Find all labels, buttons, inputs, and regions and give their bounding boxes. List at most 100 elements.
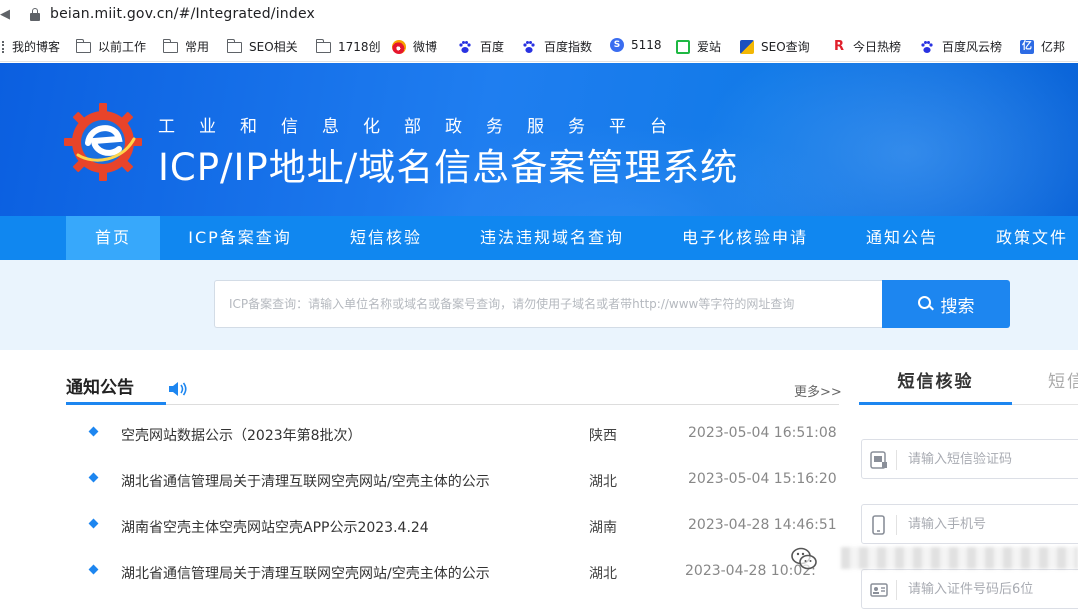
nav-item-e-verify[interactable]: 电子化核验申请 — [672, 216, 818, 260]
notice-time: 2023-04-28 14:46:51 — [688, 517, 837, 533]
nav-item-home[interactable]: 首页 — [66, 216, 160, 260]
miit-logo — [64, 103, 142, 181]
bookmark-label: 今日热榜 — [853, 40, 902, 54]
notice-row[interactable]: 湖北省通信管理局关于清理互联网空壳网站/空壳主体的公示 湖北 2023-05-0… — [0, 469, 850, 493]
folder-icon — [315, 39, 331, 53]
folder-icon — [75, 39, 91, 53]
main-nav: 首页 ICP备案查询 短信核验 违法违规域名查询 电子化核验申请 通知公告 政策… — [0, 216, 1078, 260]
bookmark-item[interactable]: 我的博客 — [0, 38, 60, 55]
sms-code-field[interactable] — [861, 439, 1078, 479]
notice-province: 湖北 — [589, 566, 617, 582]
baidu-paw-icon — [458, 40, 473, 53]
baidu-paw-icon — [522, 40, 537, 53]
bullet-icon — [88, 564, 99, 575]
notice-province: 湖北 — [589, 474, 617, 490]
notice-province: 陕西 — [589, 428, 617, 444]
bookmark-item[interactable]: 百度风云榜 — [920, 38, 1002, 55]
speaker-icon — [168, 380, 188, 398]
back-edge-icon[interactable]: ◀ — [0, 7, 10, 22]
bookmark-label: SEO查询 — [761, 40, 810, 54]
notice-row[interactable]: 湖南省空壳主体空壳网站空壳APP公示2023.4.24 湖南 2023-04-2… — [0, 515, 850, 539]
bookmark-label: 5118 — [631, 38, 662, 52]
lock-icon[interactable] — [30, 8, 40, 21]
nav-item-illegal-domain[interactable]: 违法违规域名查询 — [470, 216, 634, 260]
url-text[interactable]: beian.miit.gov.cn/#/Integrated/index — [50, 6, 315, 22]
bookmark-label: 爱站 — [697, 40, 722, 54]
search-button[interactable]: 搜索 — [882, 280, 1010, 328]
notices-divider — [66, 404, 839, 405]
bookmark-item[interactable]: 爱站 — [676, 38, 721, 55]
notice-row[interactable]: 空壳网站数据公示（2023年第8批次） 陕西 2023-05-04 16:51:… — [0, 423, 850, 447]
bookmark-label: 以前工作 — [98, 40, 147, 54]
5118-icon: S — [610, 38, 624, 52]
banner-title: ICP/IP地址/域名信息备案管理系统 — [158, 146, 739, 189]
bookmark-item[interactable]: 1718创 — [315, 38, 381, 55]
bullet-icon — [88, 426, 99, 437]
bullet-icon — [88, 518, 99, 529]
search-icon — [917, 296, 934, 312]
tab-sms-other[interactable]: 短信 — [1048, 362, 1078, 405]
notice-title[interactable]: 湖南省空壳主体空壳网站空壳APP公示2023.4.24 — [121, 517, 429, 537]
bookmark-label: 百度风云榜 — [942, 40, 1003, 54]
bookmark-item[interactable]: 微博 — [392, 38, 437, 55]
nav-item-notices[interactable]: 通知公告 — [856, 216, 948, 260]
seo-query-icon — [740, 39, 754, 54]
nav-item-icp-query[interactable]: ICP备案查询 — [175, 216, 305, 260]
bookmark-label: 常用 — [185, 40, 210, 54]
notices-title[interactable]: 通知公告 — [66, 373, 134, 398]
yibang-icon: 亿 — [1020, 39, 1034, 54]
notices-tab-underline — [66, 402, 166, 405]
header-banner: 工业和信息化部政务服务平台 ICP/IP地址/域名信息备案管理系统 — [0, 63, 1078, 216]
search-box — [214, 280, 882, 328]
bookmark-label: 百度指数 — [544, 40, 593, 54]
bookmark-item[interactable]: S 5118 — [610, 38, 662, 52]
phone-field[interactable] — [861, 504, 1078, 544]
bookmark-label: 百度 — [480, 40, 505, 54]
bookmarks-bar: 我的博客 以前工作 常用 SEO相关 1718创 微博 百度 百度指数 S 51… — [0, 30, 1078, 62]
bookmark-item[interactable]: 百度指数 — [522, 38, 592, 55]
notice-time: 2023-05-04 15:16:20 — [688, 471, 837, 487]
tab-sms-verify[interactable]: 短信核验 — [859, 362, 1012, 405]
id-card-icon — [870, 580, 888, 600]
bullet-icon — [88, 472, 99, 483]
grid-icon — [0, 40, 4, 53]
bookmark-item[interactable]: R 今日热榜 — [832, 38, 901, 55]
search-area: 搜索 — [0, 260, 1078, 350]
weibo-icon — [392, 39, 406, 54]
folder-icon — [162, 39, 178, 53]
bookmark-label: 我的博客 — [12, 40, 61, 54]
notice-title[interactable]: 空壳网站数据公示（2023年第8批次） — [121, 425, 362, 445]
notice-time: 2023-05-04 16:51:08 — [688, 425, 837, 441]
bookmark-item[interactable]: 以前工作 — [75, 38, 147, 55]
search-button-label: 搜索 — [940, 296, 975, 317]
bookmark-label: 微博 — [413, 40, 438, 54]
bookmark-label: 1718创 — [338, 40, 381, 54]
notice-row[interactable]: 湖北省通信管理局关于清理互联网空壳网站/空壳主体的公示 湖北 2023-04-2… — [0, 561, 850, 585]
more-link[interactable]: 更多>> — [794, 381, 842, 400]
watermark-overlay — [786, 539, 1078, 579]
sms-code-input[interactable] — [908, 440, 1078, 478]
banner-subtitle: 工业和信息化部政务服务平台 — [158, 117, 691, 137]
bookmark-label: 亿邦 — [1041, 40, 1066, 54]
baidu-paw-icon — [920, 40, 935, 53]
notice-title[interactable]: 湖北省通信管理局关于清理互联网空壳网站/空壳主体的公示 — [121, 471, 490, 491]
bookmark-item[interactable]: 常用 — [162, 38, 210, 55]
search-input[interactable] — [215, 281, 882, 327]
bookmark-item[interactable]: 亿 亿邦 — [1020, 38, 1065, 55]
notice-province: 湖南 — [589, 520, 617, 536]
wechat-icon — [790, 545, 818, 573]
nav-item-sms-verify[interactable]: 短信核验 — [338, 216, 434, 260]
nav-item-policy[interactable]: 政策文件 — [986, 216, 1078, 260]
folder-icon — [226, 39, 242, 53]
notice-title[interactable]: 湖北省通信管理局关于清理互联网空壳网站/空壳主体的公示 — [121, 563, 490, 583]
phone-icon — [870, 515, 888, 535]
aizhan-icon — [676, 39, 690, 54]
bookmark-label: SEO相关 — [249, 40, 298, 54]
bookmark-item[interactable]: 百度 — [458, 38, 504, 55]
bookmark-item[interactable]: SEO查询 — [740, 38, 810, 55]
r-icon: R — [833, 38, 844, 54]
phone-input[interactable] — [908, 505, 1078, 543]
bookmark-item[interactable]: SEO相关 — [226, 38, 298, 55]
sms-code-icon — [870, 450, 888, 470]
browser-address-bar[interactable]: ◀ beian.miit.gov.cn/#/Integrated/index — [0, 0, 1078, 30]
